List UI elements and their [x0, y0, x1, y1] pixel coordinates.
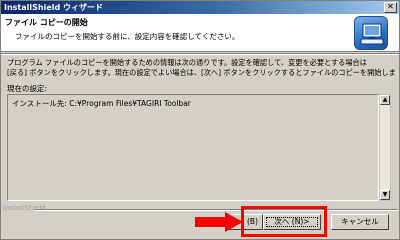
description-line-2: [戻る] ボタンをクリックします。現在の設定でよい場合は、[次へ] ボタンをクリ…	[7, 68, 395, 77]
page-subtitle: ファイルのコピーを開始する前に、設定内容を確認してください。	[15, 32, 240, 41]
next-button-highlight	[241, 206, 327, 237]
wizard-header: ファイル コピーの開始 ファイルのコピーを開始する前に、設定内容を確認してくださ…	[1, 14, 399, 52]
window-title: InstallShield ウィザード	[4, 3, 104, 12]
description-line-1: プログラム ファイルのコピーを開始するための情報は次の通りです。設定を確認して、…	[7, 58, 367, 67]
vertical-scrollbar[interactable]: ▲ ▼	[379, 94, 391, 201]
header-divider	[1, 53, 399, 55]
footer-divider	[35, 209, 397, 211]
cancel-button[interactable]: キャンセル	[331, 214, 389, 230]
computer-icon	[360, 23, 384, 45]
install-destination-text: インストール先: C:¥Program Files¥TAGIRI Toolbar	[12, 99, 191, 108]
close-button[interactable]: ✕	[384, 2, 397, 13]
current-settings-box[interactable]: インストール先: C:¥Program Files¥TAGIRI Toolbar	[7, 94, 379, 201]
installer-window: InstallShield ウィザード ✕ ファイル コピーの開始 ファイルのコ…	[0, 0, 400, 240]
title-bar[interactable]: InstallShield ウィザード ✕	[1, 1, 399, 14]
installshield-computer-icon	[354, 16, 388, 50]
scroll-down-arrow-icon[interactable]: ▼	[380, 190, 390, 200]
page-title: ファイル コピーの開始	[5, 18, 88, 27]
description-text: プログラム ファイルのコピーを開始するための情報は次の通りです。設定を確認して、…	[7, 58, 395, 78]
current-settings-label: 現在の設定:	[7, 84, 48, 93]
scroll-up-arrow-icon[interactable]: ▲	[380, 95, 390, 105]
red-arrow-icon	[195, 212, 243, 232]
